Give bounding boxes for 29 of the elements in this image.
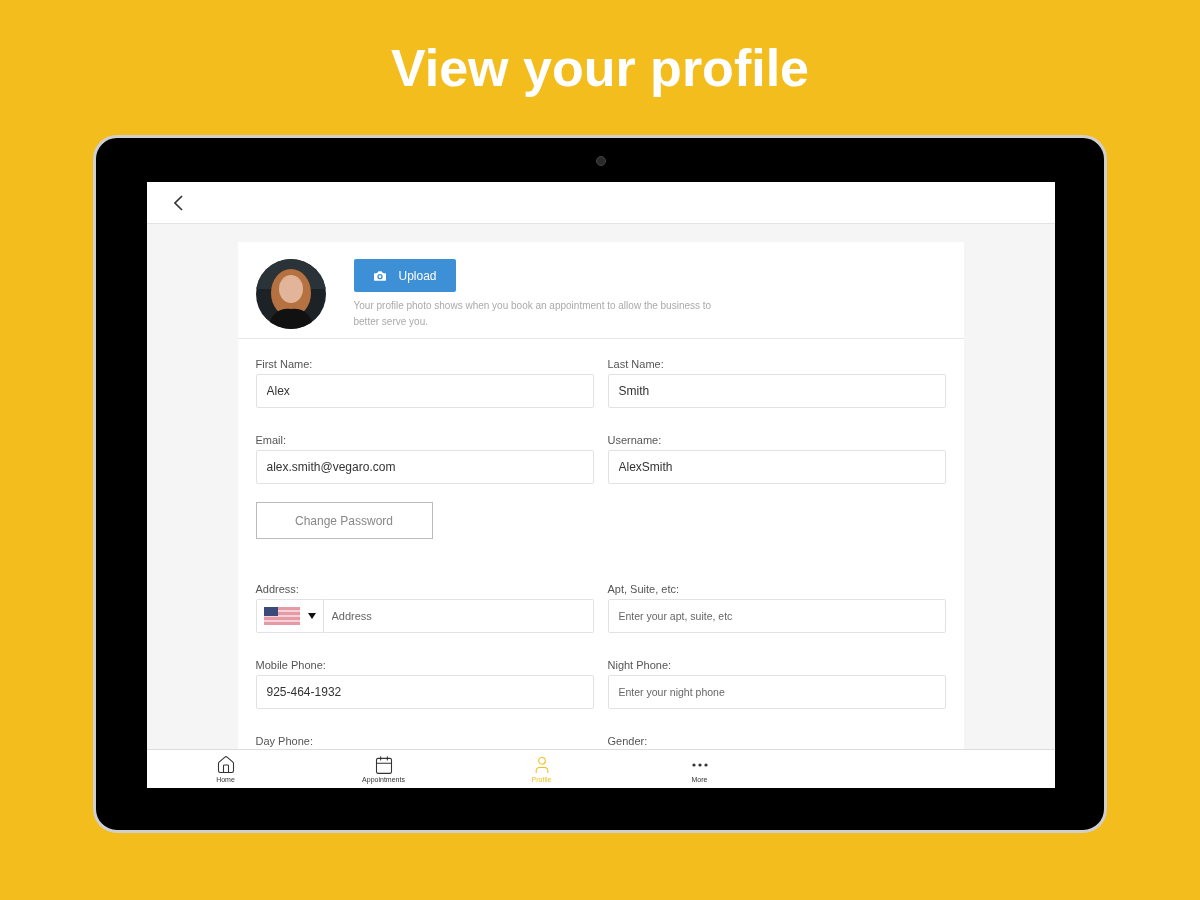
input-field[interactable]: AlexSmith: [607, 450, 946, 484]
flag-icon: [263, 607, 300, 625]
field-label: Day Phone:: [255, 734, 314, 749]
country-picker[interactable]: [255, 599, 324, 633]
field-label: Mobile Phone:: [255, 658, 327, 673]
more-icon: [691, 762, 708, 767]
input-field[interactable]: Enter your night phone: [607, 675, 946, 709]
home-icon: [215, 754, 236, 775]
headline: View your profile: [391, 38, 809, 99]
camera-icon: [596, 156, 606, 166]
field-label: Username:: [607, 433, 663, 448]
field-label: Gender:: [607, 734, 649, 749]
field-label: Night Phone:: [607, 658, 673, 673]
input-field[interactable]: Alex: [255, 374, 594, 408]
input-field[interactable]: Enter your apt, suite, etc: [607, 599, 946, 633]
input-field[interactable]: Address: [323, 599, 594, 633]
back-icon: [174, 194, 183, 211]
input-field[interactable]: alex.smith@vegaro.com: [255, 450, 594, 484]
field-label: Last Name:: [607, 357, 665, 372]
calendar-icon: [373, 754, 394, 775]
dropdown-caret-icon: [307, 613, 316, 619]
input-field[interactable]: Smith: [607, 374, 946, 408]
field-label: Email:: [255, 433, 288, 448]
field-label: Apt, Suite, etc:: [607, 582, 681, 597]
change-password-button[interactable]: Change Password: [255, 502, 433, 539]
photo-hint: Your profile photo shows when you book an appointment to allow the business to better serve you.: [353, 299, 713, 329]
field-label: First Name:: [255, 357, 314, 372]
field-label: Address:: [255, 582, 300, 597]
input-field[interactable]: 925-464-1932: [255, 675, 594, 709]
